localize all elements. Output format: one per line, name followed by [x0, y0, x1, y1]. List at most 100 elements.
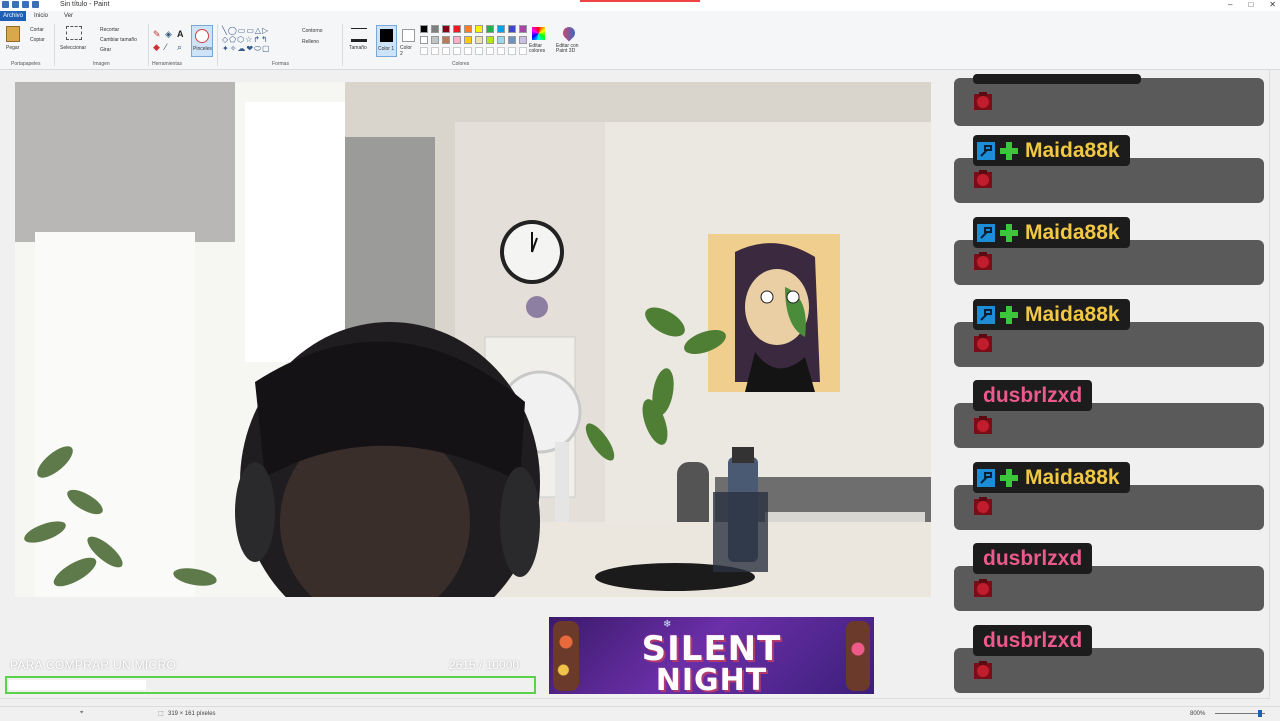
magnifier-icon[interactable]: ⌕ [177, 42, 182, 53]
color1-button[interactable]: Color 1 [376, 25, 397, 57]
paste-button[interactable]: Pegar [6, 45, 19, 51]
colors-group-label: Colores [452, 61, 470, 67]
copy-button[interactable]: Copiar [30, 37, 45, 43]
recording-indicator [580, 0, 700, 2]
size-button[interactable]: Tamaño [349, 45, 367, 51]
color2-label: Color 2 [400, 45, 412, 57]
color-swatch[interactable] [442, 36, 450, 44]
tools-group-label: Herramientas [152, 61, 183, 67]
color-swatch[interactable] [486, 36, 494, 44]
emote-icon [974, 416, 992, 434]
close-button[interactable]: ✕ [1269, 0, 1276, 9]
outline-button[interactable]: Contorno [302, 28, 323, 34]
fill-icon[interactable]: ◈ [165, 29, 172, 40]
goal-progress-fill [9, 680, 146, 690]
custom-color-swatch[interactable] [442, 47, 450, 55]
username-tag: Maida88k [973, 217, 1130, 248]
color-swatch[interactable] [464, 36, 472, 44]
clipboard-group-label: Portapapeles [11, 61, 41, 67]
custom-color-swatch[interactable] [420, 47, 428, 55]
chat-username: Maida88k [1025, 220, 1120, 244]
tab-inicio[interactable]: Inicio [34, 11, 48, 21]
eraser-icon[interactable]: ◆ [153, 42, 160, 53]
color-swatch[interactable] [508, 25, 516, 33]
color2-button[interactable]: Color 2 [400, 26, 416, 57]
color-swatch[interactable] [475, 36, 483, 44]
color-swatch[interactable] [486, 25, 494, 33]
message-box [954, 78, 1264, 126]
shapes-group-label: Formas [272, 61, 289, 67]
custom-color-swatch[interactable] [453, 47, 461, 55]
custom-color-swatch[interactable] [508, 47, 516, 55]
save-icon[interactable] [12, 1, 19, 8]
color-swatch[interactable] [453, 25, 461, 33]
plus-badge-icon [999, 468, 1019, 488]
color-swatch[interactable] [431, 36, 439, 44]
rotate-button[interactable]: Girar [100, 47, 111, 53]
color-swatch[interactable] [420, 36, 428, 44]
size-icon[interactable] [351, 28, 367, 42]
divider [54, 24, 55, 66]
crop-button[interactable]: Recortar [100, 27, 119, 33]
webcam-feed [15, 82, 931, 597]
color-picker-icon[interactable]: ⁄ [165, 42, 167, 52]
emote-icon [974, 497, 992, 515]
username-tag [973, 74, 1141, 84]
chat-username: dusbrlzxd [983, 546, 1083, 570]
title-bar: Sin título - Paint – □ ✕ [0, 0, 1280, 11]
vertical-scrollbar[interactable] [1269, 70, 1280, 698]
edit-colors-button[interactable]: Editar colores [529, 44, 549, 54]
custom-color-swatch[interactable] [475, 47, 483, 55]
undo-icon[interactable] [22, 1, 29, 8]
color-swatch[interactable] [475, 25, 483, 33]
fill-button[interactable]: Relleno [302, 39, 319, 45]
text-icon[interactable]: A [177, 29, 184, 39]
color-swatch[interactable] [453, 36, 461, 44]
maximize-button[interactable]: □ [1248, 0, 1253, 9]
brush-icon [195, 29, 209, 43]
cursor-position-icon: ⌖ [80, 710, 84, 716]
divider [342, 24, 343, 66]
color-swatch[interactable] [508, 36, 516, 44]
color-swatch[interactable] [431, 25, 439, 33]
select-icon[interactable] [66, 26, 82, 40]
color-swatch[interactable] [442, 25, 450, 33]
minimize-button[interactable]: – [1228, 0, 1232, 9]
color-swatch[interactable] [519, 36, 527, 44]
resize-button[interactable]: Cambiar tamaño [100, 37, 137, 43]
emote-icon [974, 661, 992, 679]
custom-color-swatch[interactable] [486, 47, 494, 55]
username-tag: dusbrlzxd [973, 625, 1093, 656]
color-swatch[interactable] [519, 25, 527, 33]
edit-colors-icon[interactable] [532, 27, 545, 40]
moderator-badge-icon [977, 305, 995, 324]
paste-icon[interactable] [6, 26, 20, 42]
color-swatch[interactable] [497, 36, 505, 44]
color2-swatch [401, 29, 415, 42]
select-button[interactable]: Seleccionar [60, 45, 86, 51]
color-swatch[interactable] [420, 25, 428, 33]
redo-icon[interactable] [32, 1, 39, 8]
username-tag: Maida88k [973, 135, 1130, 166]
file-menu-button[interactable]: Archivo [0, 11, 26, 21]
tab-ver[interactable]: Ver [64, 11, 73, 21]
plus-badge-icon [999, 141, 1019, 161]
paint3d-button[interactable]: Editar con Paint 3D [556, 44, 584, 54]
custom-color-swatch[interactable] [519, 47, 527, 55]
plus-badge-icon [999, 305, 1019, 325]
custom-color-swatch[interactable] [464, 47, 472, 55]
emote-icon [974, 579, 992, 597]
emote-icon [974, 92, 992, 110]
color-swatch[interactable] [497, 25, 505, 33]
custom-color-swatch[interactable] [431, 47, 439, 55]
cut-button[interactable]: Cortar [30, 27, 44, 33]
emote-icon [974, 252, 992, 270]
color-swatch[interactable] [464, 25, 472, 33]
custom-color-swatch[interactable] [497, 47, 505, 55]
pencil-icon[interactable]: ✎ [153, 29, 161, 40]
brushes-button[interactable]: Pinceles [191, 25, 213, 57]
chat-username: dusbrlzxd [983, 383, 1083, 407]
paint3d-icon[interactable] [560, 24, 578, 42]
zoom-slider-thumb[interactable] [1258, 710, 1262, 717]
shapes-gallery[interactable]: ╲◯▭▭△▷ ◇⬠⬡☆↱↰ ✦✧☁❤⬭▢ [222, 26, 294, 56]
